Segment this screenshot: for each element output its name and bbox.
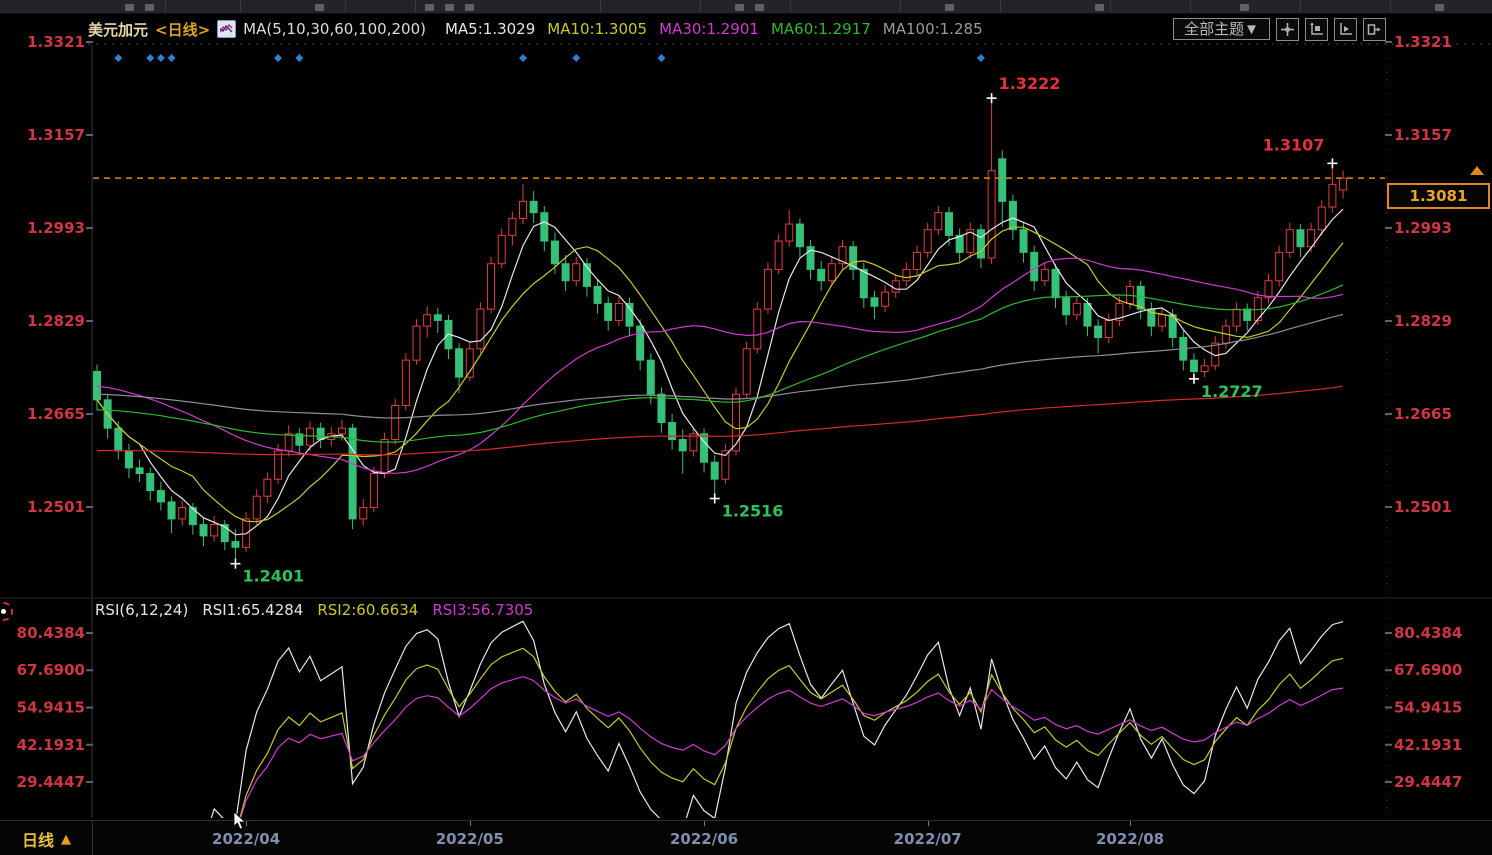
svg-text:1.2665: 1.2665 [27, 405, 85, 423]
bottom-bar-divider [92, 821, 93, 855]
price-up-arrow-icon [1470, 166, 1484, 175]
rsi-line [108, 677, 1343, 820]
toolbar-fragment-icon [445, 4, 454, 11]
top-toolbar-strip[interactable] [0, 0, 1492, 14]
svg-text:1.3321: 1.3321 [27, 33, 85, 51]
toolbar-fragment-icon [755, 4, 764, 11]
date-label: 2022/06 [670, 830, 738, 848]
rsi-value: RSI1:65.4284 [202, 601, 303, 619]
svg-text:80.4384: 80.4384 [1394, 624, 1462, 642]
toolbar-fragment-icon [425, 4, 434, 11]
toolbar-fragment-icon [1240, 4, 1249, 11]
ma-line [97, 258, 1343, 473]
month-tick [704, 821, 705, 826]
svg-text:1.2993: 1.2993 [27, 219, 85, 237]
svg-text:1.2829: 1.2829 [27, 312, 85, 330]
svg-text:1.2727: 1.2727 [1201, 382, 1263, 401]
svg-text:1.3222: 1.3222 [999, 74, 1061, 93]
svg-text:1.3157: 1.3157 [27, 126, 85, 144]
svg-text:29.4447: 29.4447 [17, 773, 85, 791]
rsi-values: RSI1:65.4284 RSI2:60.6634 RSI3:56.7305 [202, 601, 547, 619]
svg-text:29.4447: 29.4447 [1394, 773, 1462, 791]
svg-text:80.4384: 80.4384 [17, 624, 85, 642]
svg-text:1.3157: 1.3157 [1394, 126, 1452, 144]
toolbar-fragment-icon [735, 4, 744, 11]
event-dots [114, 54, 985, 62]
rsi-params-label: RSI(6,12,24) [95, 601, 188, 619]
rsi-value: RSI2:60.6634 [317, 601, 418, 619]
svg-text:1.2829: 1.2829 [1394, 312, 1452, 330]
svg-text:54.9415: 54.9415 [17, 699, 85, 717]
svg-text:54.9415: 54.9415 [1394, 699, 1462, 717]
toolbar-fragment-icon [465, 4, 474, 11]
svg-text:67.6900: 67.6900 [17, 661, 85, 679]
svg-text:42.1931: 42.1931 [1394, 736, 1462, 754]
svg-text:42.1931: 42.1931 [17, 736, 85, 754]
period-selector-button[interactable]: 日线 ▲ [22, 827, 71, 851]
rsi-value: RSI3:56.7305 [432, 601, 533, 619]
toolbar-fragment-icon [1435, 4, 1444, 11]
period-up-triangle-icon: ▲ [61, 832, 71, 847]
period-selector-label: 日线 [22, 827, 54, 851]
timeline-bar: 日线 ▲ 2022/042022/052022/062022/072022/08 [0, 820, 1492, 855]
svg-text:1.2401: 1.2401 [242, 567, 304, 586]
month-tick [470, 821, 471, 826]
month-tick [1130, 821, 1131, 826]
rsi-line [108, 648, 1343, 820]
mouse-cursor [233, 812, 247, 834]
charting-app: 美元加元 <日线> MA(5,10,30,60,100,200) MA5:1.3… [0, 0, 1492, 855]
svg-text:1.2501: 1.2501 [27, 498, 85, 516]
toolbar-fragment-icon [125, 4, 134, 11]
rsi-header: RSI(6,12,24) RSI1:65.4284RSI2:60.6634RSI… [95, 601, 547, 619]
svg-text:1.2516: 1.2516 [722, 501, 784, 520]
date-label: 2022/07 [894, 830, 962, 848]
svg-text:1.3107: 1.3107 [1263, 135, 1325, 154]
svg-text:1.3321: 1.3321 [1394, 33, 1452, 51]
svg-text:1.2665: 1.2665 [1394, 405, 1452, 423]
month-tick [928, 821, 929, 826]
toolbar-fragment-icon [145, 4, 154, 11]
toolbar-fragment-icon [1095, 4, 1104, 11]
svg-text:1.2501: 1.2501 [1394, 498, 1452, 516]
toolbar-fragment-icon [315, 4, 324, 11]
svg-text:1.2993: 1.2993 [1394, 219, 1452, 237]
ma-line [97, 386, 1343, 455]
date-label: 2022/05 [436, 830, 504, 848]
toolbar-fragment-icon [945, 4, 954, 11]
ma-line [97, 209, 1343, 535]
ma-line [97, 227, 1343, 522]
current-price-badge: 1.3081 [1387, 183, 1490, 209]
svg-text:67.6900: 67.6900 [1394, 661, 1462, 679]
date-label: 2022/08 [1096, 830, 1164, 848]
main-chart[interactable]: 1.3321 1.3321 1.3157 1.3157 1.2993 1.2993 1.28… [0, 30, 1492, 820]
